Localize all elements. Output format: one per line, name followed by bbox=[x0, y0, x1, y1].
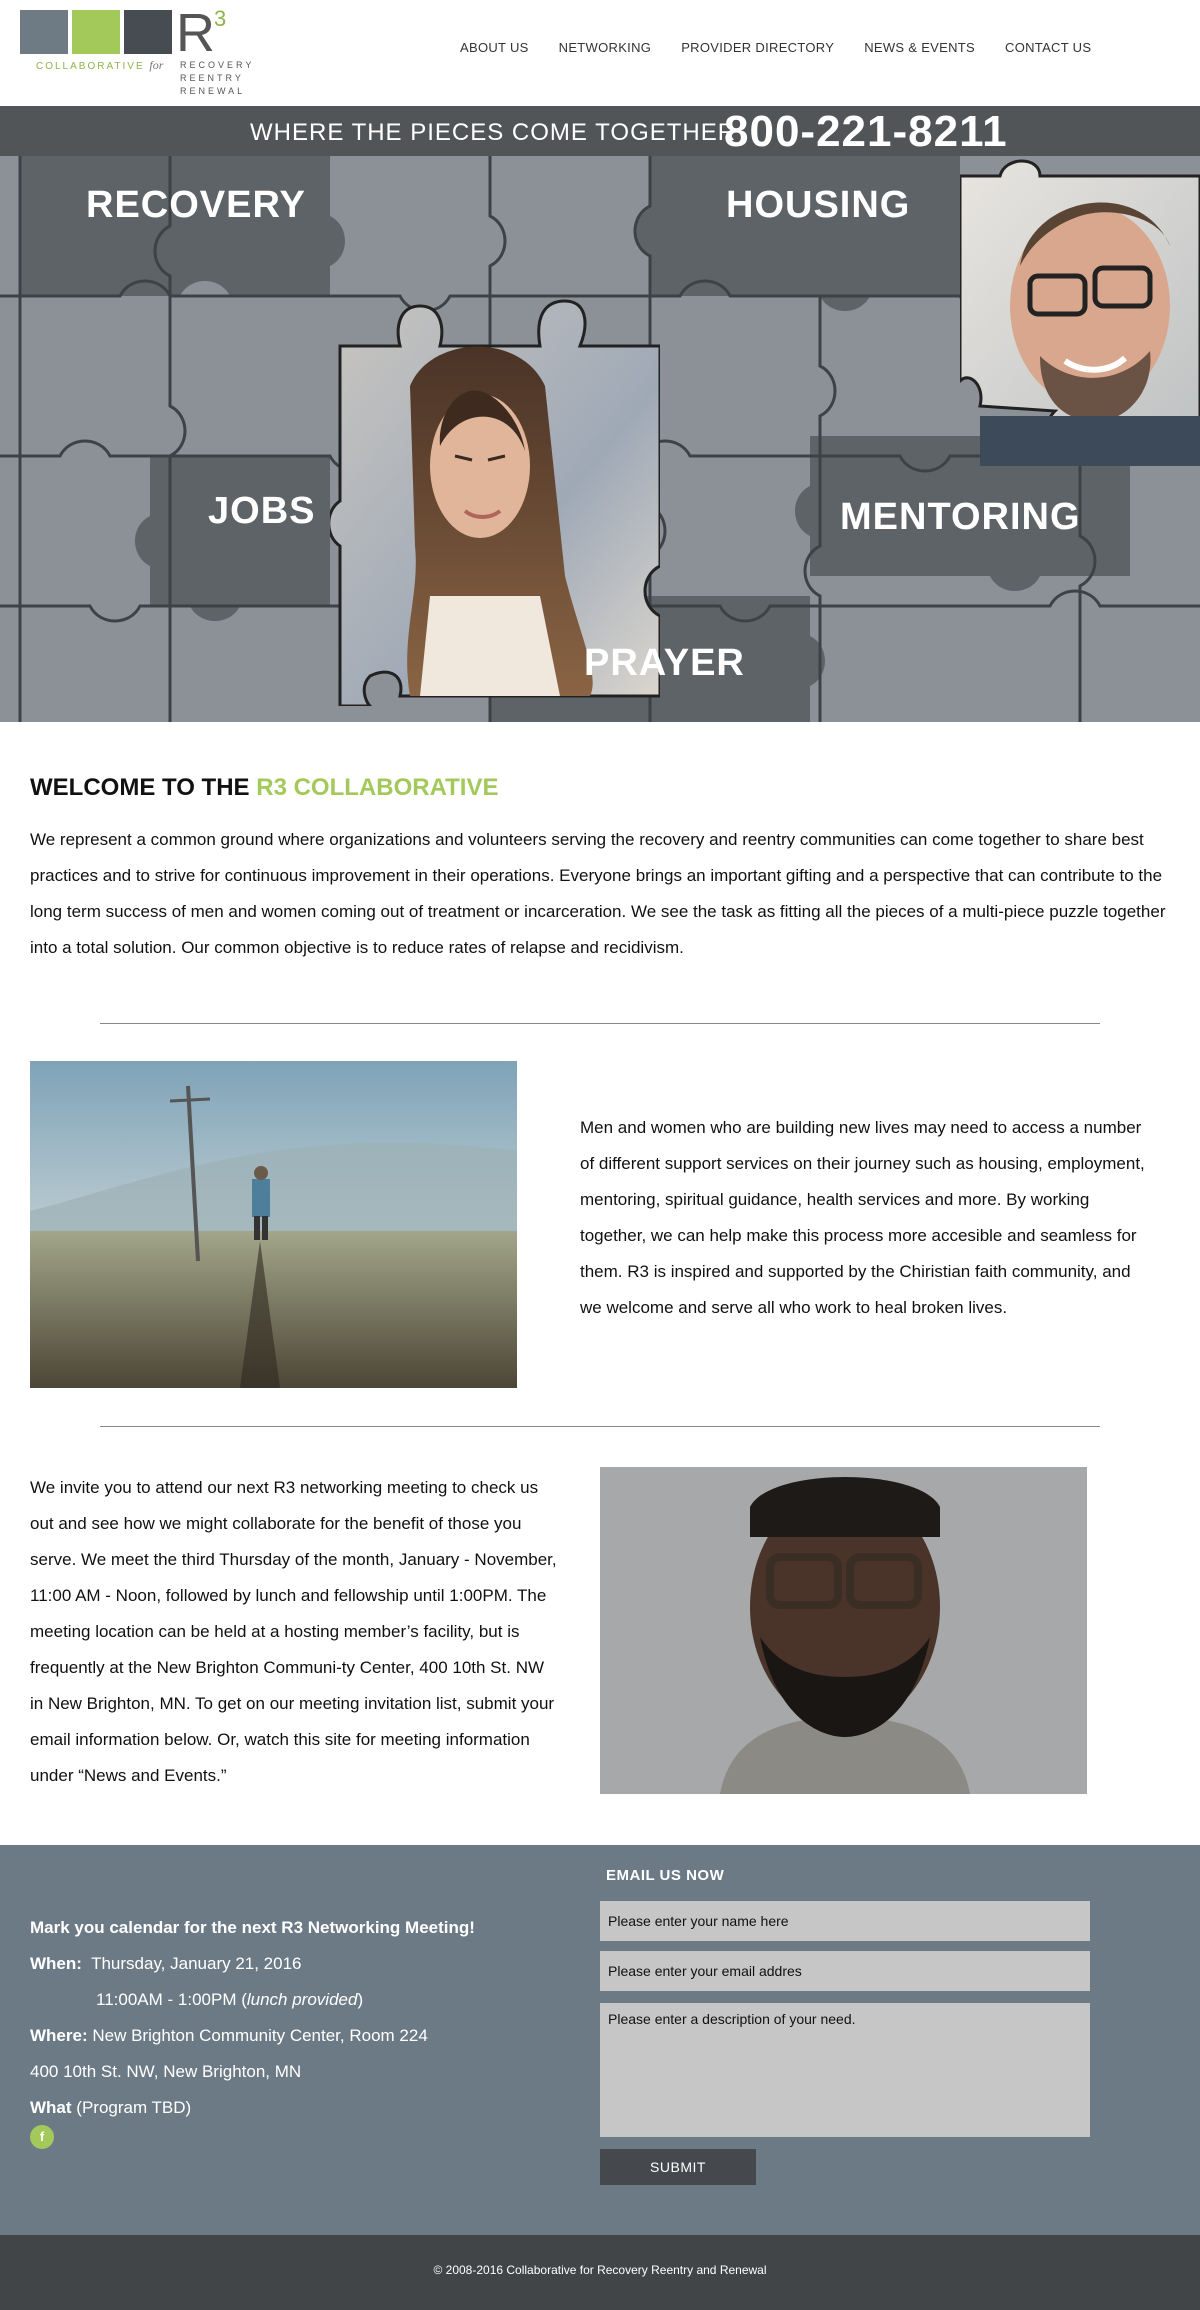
welcome-heading-accent: R3 COLLABORATIVE bbox=[256, 774, 499, 801]
invite-paragraph: We invite you to attend our next R3 netw… bbox=[30, 1478, 557, 1785]
nav-about-us[interactable]: ABOUT US bbox=[460, 40, 529, 55]
name-input[interactable] bbox=[600, 1901, 1090, 1941]
submit-button[interactable]: SUBMIT bbox=[600, 2149, 756, 2185]
email-input[interactable] bbox=[600, 1951, 1090, 1991]
logo-square-green bbox=[72, 10, 120, 54]
support-paragraph: Men and women who are building new lives… bbox=[580, 1118, 1145, 1317]
meeting-headline: Mark you calendar for the next R3 Networ… bbox=[30, 1918, 475, 1937]
section-divider bbox=[100, 1426, 1100, 1427]
need-description-textarea[interactable] bbox=[600, 2003, 1090, 2137]
hero-tagline: WHERE THE PIECES COME TOGETHER bbox=[250, 119, 737, 146]
logo-line-renewal: RENEWAL bbox=[180, 86, 246, 96]
section-divider bbox=[100, 1023, 1100, 1024]
hero-word-housing: HOUSING bbox=[726, 184, 911, 226]
email-form-title: EMAIL US NOW bbox=[606, 1867, 725, 1884]
field-walker-photo bbox=[30, 1061, 517, 1388]
meeting-info-section: Mark you calendar for the next R3 Networ… bbox=[0, 1845, 1200, 2235]
logo-line-reentry: REENTRY bbox=[180, 73, 244, 83]
welcome-paragraph: We represent a common ground where organ… bbox=[30, 830, 1166, 957]
logo-square-slate bbox=[20, 10, 68, 54]
meeting-details: Mark you calendar for the next R3 Networ… bbox=[30, 1910, 475, 2126]
logo-tagline: COLLABORATIVE for bbox=[36, 58, 164, 72]
hero-word-jobs: JOBS bbox=[208, 490, 316, 532]
nav-contact-us[interactable]: CONTACT US bbox=[1005, 40, 1091, 55]
logo-line-recovery: RECOVERY bbox=[180, 60, 255, 70]
hero-word-recovery: RECOVERY bbox=[86, 184, 306, 226]
logo-square-dark bbox=[124, 10, 172, 54]
copyright-text: © 2008-2016 Collaborative for Recovery R… bbox=[433, 2263, 767, 2277]
site-footer: © 2008-2016 Collaborative for Recovery R… bbox=[0, 2235, 1200, 2310]
hero-puzzle-banner: WHERE THE PIECES COME TOGETHER 800-221-8… bbox=[0, 106, 1200, 722]
welcome-heading: WELCOME TO THE R3 COLLABORATIVE bbox=[30, 774, 499, 801]
nav-provider-directory[interactable]: PROVIDER DIRECTORY bbox=[681, 40, 834, 55]
man-glasses-photo bbox=[960, 159, 1200, 466]
hero-word-mentoring: MENTORING bbox=[840, 496, 1081, 538]
logo-mark: R3 bbox=[176, 3, 226, 63]
site-header: R3 COLLABORATIVE for RECOVERY REENTRY RE… bbox=[0, 0, 1200, 106]
meeting-address: 400 10th St. NW, New Brighton, MN bbox=[30, 2062, 302, 2081]
hero-word-prayer: PRAYER bbox=[584, 642, 745, 684]
meeting-time: 11:00AM - 1:00PM (lunch provided) bbox=[96, 1990, 364, 2009]
nav-networking[interactable]: NETWORKING bbox=[559, 40, 652, 55]
hero-phone-number[interactable]: 800-221-8211 bbox=[724, 107, 1008, 157]
bearded-man-photo bbox=[600, 1467, 1087, 1794]
site-logo[interactable]: R3 COLLABORATIVE for RECOVERY REENTRY RE… bbox=[20, 3, 270, 100]
meeting-when: When: Thursday, January 21, 2016 bbox=[30, 1954, 302, 1973]
main-nav: ABOUT US NETWORKING PROVIDER DIRECTORY N… bbox=[460, 40, 1121, 55]
meeting-what: What (Program TBD) bbox=[30, 2098, 192, 2117]
nav-news-events[interactable]: NEWS & EVENTS bbox=[864, 40, 975, 55]
meeting-where: Where: New Brighton Community Center, Ro… bbox=[30, 2026, 428, 2045]
hero-top-banner: WHERE THE PIECES COME TOGETHER 800-221-8… bbox=[0, 106, 1200, 156]
facebook-icon[interactable]: f bbox=[30, 2125, 54, 2149]
